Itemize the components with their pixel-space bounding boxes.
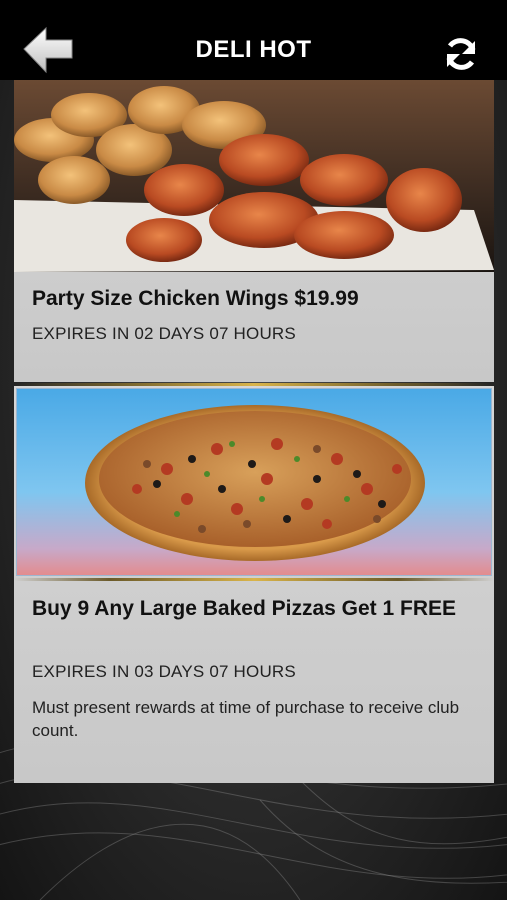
chicken-wings-image: [14, 80, 494, 272]
deal-description: Must present rewards at time of purchase…: [32, 698, 460, 740]
page-title: DELI HOT: [195, 36, 312, 63]
deal-card[interactable]: Buy 9 Any Large Baked Pizzas Get 1 FREE …: [14, 383, 494, 783]
deal-card[interactable]: Party Size Chicken Wings $19.99 EXPIRES …: [14, 80, 494, 382]
refresh-button[interactable]: [441, 34, 481, 74]
deals-feed: Party Size Chicken Wings $19.99 EXPIRES …: [14, 80, 494, 783]
app-header: DELI HOT: [0, 0, 507, 80]
divider: [14, 383, 494, 386]
deal-expiry: EXPIRES IN 03 DAYS 07 HOURS: [32, 662, 296, 681]
deal-title: Buy 9 Any Large Baked Pizzas Get 1 FREE: [32, 597, 457, 620]
pizza-image: [16, 388, 492, 576]
deal-expiry: EXPIRES IN 02 DAYS 07 HOURS: [32, 324, 296, 343]
deal-title: Party Size Chicken Wings $19.99: [32, 287, 359, 310]
divider: [14, 578, 494, 581]
refresh-icon: [446, 38, 476, 70]
